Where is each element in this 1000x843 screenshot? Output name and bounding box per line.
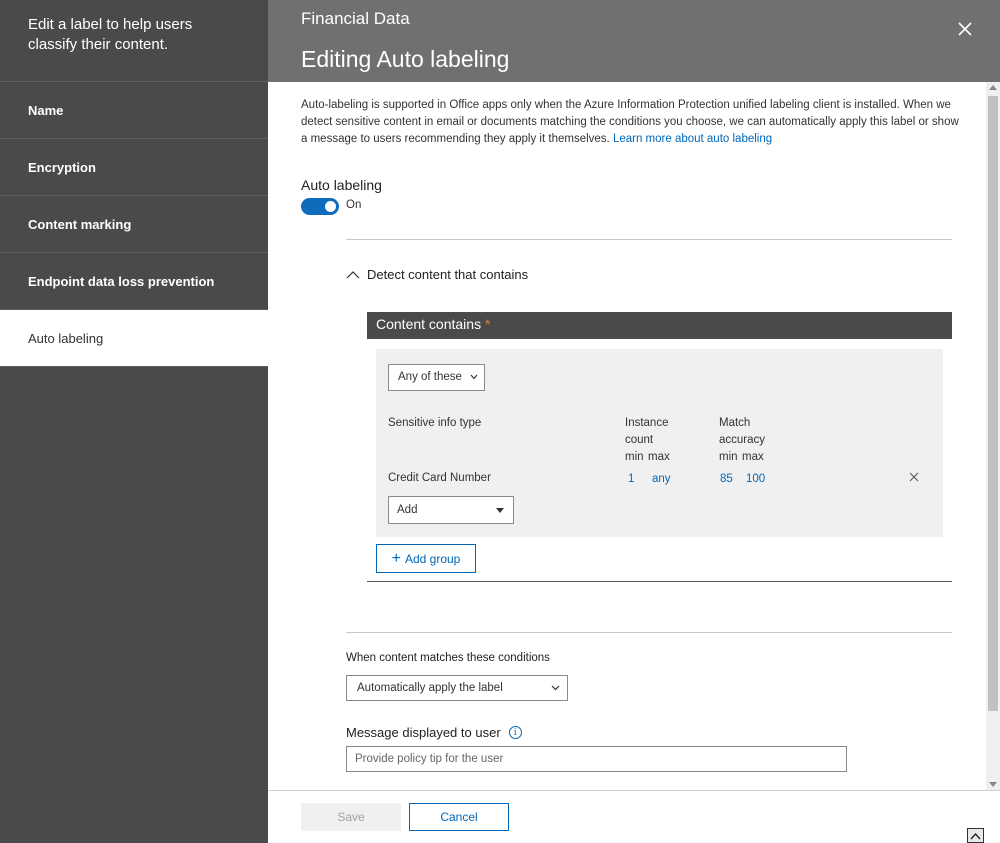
- group-divider: [367, 581, 952, 582]
- sidebar-item-encryption[interactable]: Encryption: [0, 139, 268, 196]
- close-button[interactable]: [954, 18, 976, 40]
- sidebar-description: Edit a label to help users classify thei…: [0, 0, 268, 82]
- chevron-down-icon: [470, 374, 478, 380]
- sidebar-item-label: Name: [28, 102, 64, 118]
- scroll-thumb[interactable]: [988, 96, 998, 711]
- col-match: Match: [719, 417, 751, 429]
- conditions-label: When content matches these conditions: [346, 652, 550, 664]
- conditions-action-value: Automatically apply the label: [357, 682, 503, 694]
- content-scrollbar[interactable]: [986, 82, 1000, 790]
- match-mode-value: Any of these: [398, 371, 462, 383]
- remove-row-icon[interactable]: [908, 471, 920, 483]
- content-contains-header: Content contains *: [367, 312, 952, 339]
- learn-more-link[interactable]: Learn more about auto labeling: [613, 133, 772, 145]
- required-mark: *: [484, 316, 491, 332]
- add-info-type-dropdown[interactable]: Add: [388, 496, 514, 524]
- scroll-up-arrow-icon[interactable]: [989, 85, 997, 90]
- auto-labeling-label: Auto labeling: [301, 177, 382, 193]
- sidebar: Edit a label to help users classify thei…: [0, 0, 268, 843]
- accuracy-min-value[interactable]: 85: [720, 473, 733, 485]
- add-group-button[interactable]: + Add group: [376, 544, 476, 573]
- instance-max-value[interactable]: any: [652, 473, 671, 485]
- row-sensitive-info-type: Credit Card Number: [388, 472, 491, 484]
- scroll-to-top-button[interactable]: [967, 828, 984, 843]
- toggle-knob: [325, 201, 336, 212]
- sidebar-item-endpoint-dlp[interactable]: Endpoint data loss prevention: [0, 253, 268, 310]
- intro-text: Auto-labeling is supported in Office app…: [301, 97, 961, 148]
- col-sensitive-info-type: Sensitive info type: [388, 417, 482, 429]
- instance-min-value[interactable]: 1: [628, 473, 634, 485]
- message-label: Message displayed to user i: [346, 725, 522, 740]
- close-icon: [958, 22, 972, 36]
- add-group-label: Add group: [404, 551, 461, 566]
- chevron-up-icon: [346, 270, 360, 278]
- panel-footer: Save Cancel: [268, 790, 1000, 843]
- panel-header: Financial Data Editing Auto labeling: [268, 0, 1000, 82]
- sidebar-item-label: Encryption: [28, 159, 96, 175]
- sidebar-item-content-marking[interactable]: Content marking: [0, 196, 268, 253]
- sidebar-item-name[interactable]: Name: [0, 82, 268, 139]
- divider: [346, 239, 952, 240]
- col-count: count: [625, 434, 654, 446]
- chevron-up-icon: [970, 832, 981, 839]
- label-name: Financial Data: [301, 9, 410, 28]
- toggle-state-text: On: [346, 199, 362, 211]
- caret-down-icon: [496, 508, 504, 513]
- main-content: Auto-labeling is supported in Office app…: [268, 82, 986, 790]
- save-button[interactable]: Save: [301, 803, 401, 831]
- col-instance: Instance: [625, 417, 669, 429]
- page-title: Editing Auto labeling: [301, 46, 510, 72]
- info-icon[interactable]: i: [508, 726, 522, 739]
- content-contains-group: Any of these Sensitive info type Instanc…: [376, 349, 943, 537]
- sidebar-item-label: Auto labeling: [28, 330, 104, 346]
- detect-content-toggle[interactable]: Detect content that contains: [346, 267, 528, 282]
- col-instance-max: max: [648, 451, 670, 463]
- scroll-down-arrow-icon[interactable]: [989, 782, 997, 787]
- detect-content-label: Detect content that contains: [367, 267, 529, 282]
- col-instance-min: min: [625, 451, 644, 463]
- col-accuracy-min: min: [719, 451, 738, 463]
- match-mode-select[interactable]: Any of these: [388, 364, 485, 391]
- conditions-action-select[interactable]: Automatically apply the label: [346, 675, 568, 701]
- col-accuracy: accuracy: [719, 434, 766, 446]
- message-label-text: Message displayed to user: [346, 725, 501, 740]
- sidebar-item-label: Endpoint data loss prevention: [28, 273, 215, 289]
- auto-labeling-toggle[interactable]: [301, 198, 339, 215]
- plus-icon: +: [391, 549, 401, 567]
- sidebar-item-label: Content marking: [28, 216, 132, 232]
- cancel-button[interactable]: Cancel: [409, 803, 509, 831]
- sidebar-item-auto-labeling[interactable]: Auto labeling: [0, 310, 268, 367]
- add-label: Add: [397, 504, 418, 516]
- chevron-down-icon: [551, 685, 560, 691]
- col-accuracy-max: max: [742, 451, 764, 463]
- divider: [346, 632, 952, 633]
- content-contains-title: Content contains: [376, 316, 482, 332]
- accuracy-max-value[interactable]: 100: [746, 473, 765, 485]
- policy-tip-input[interactable]: [346, 746, 847, 772]
